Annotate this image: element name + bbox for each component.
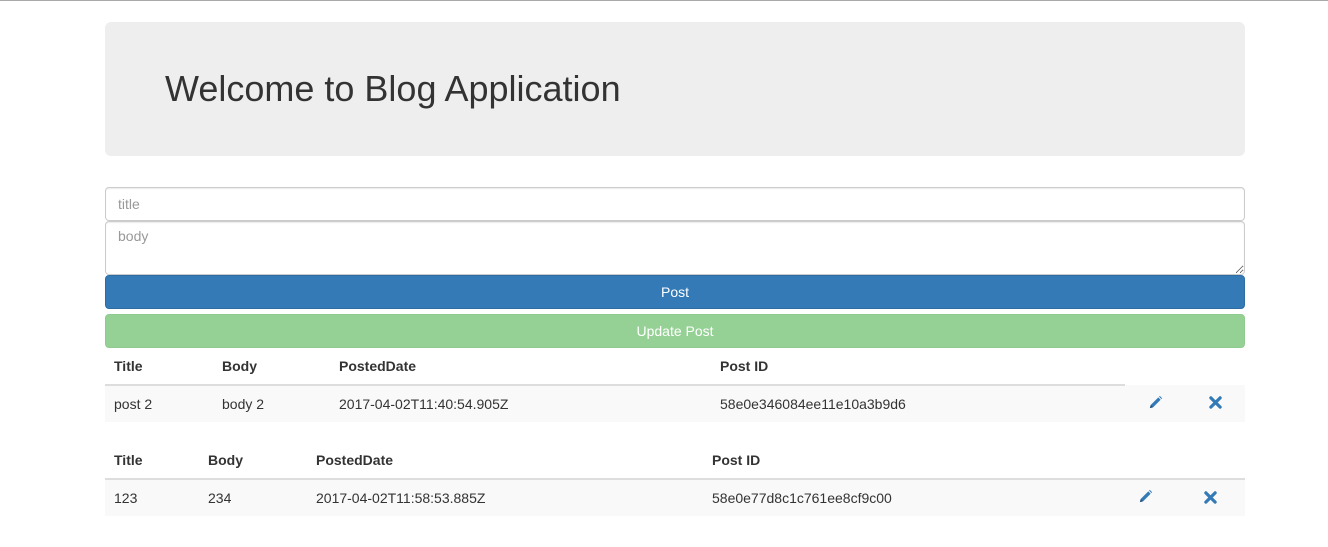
column-header-delete xyxy=(1175,442,1245,480)
page-container: Welcome to Blog Application Post Update … xyxy=(105,22,1245,516)
column-header-edit xyxy=(1115,442,1175,480)
column-header-posted-date: PostedDate xyxy=(330,348,711,386)
table-header-row: Title Body PostedDate Post ID xyxy=(105,442,1245,480)
delete-cell xyxy=(1175,479,1245,516)
column-header-title: Title xyxy=(105,348,213,386)
column-header-post-id: Post ID xyxy=(703,442,1115,480)
column-header-body: Body xyxy=(199,442,307,480)
table-row: post 2 body 2 2017-04-02T11:40:54.905Z 5… xyxy=(105,385,1245,422)
delete-cell xyxy=(1185,385,1245,422)
column-header-body: Body xyxy=(213,348,330,386)
top-border xyxy=(0,0,1328,1)
close-icon[interactable] xyxy=(1203,490,1217,507)
table-header-row: Title Body PostedDate Post ID xyxy=(105,348,1245,386)
column-header-delete xyxy=(1185,348,1245,385)
cell-post-id: 58e0e346084ee11e10a3b9d6 xyxy=(711,385,1125,422)
cell-body: body 2 xyxy=(213,385,330,422)
edit-cell xyxy=(1115,479,1175,516)
post-form: Post Update Post xyxy=(105,187,1245,348)
pencil-icon[interactable] xyxy=(1138,489,1153,507)
column-header-edit xyxy=(1125,348,1185,385)
post-table: Title Body PostedDate Post ID post 2 bod… xyxy=(105,348,1245,422)
column-header-title: Title xyxy=(105,442,199,480)
cell-title: post 2 xyxy=(105,385,213,422)
pencil-icon[interactable] xyxy=(1148,395,1163,413)
post-table: Title Body PostedDate Post ID 123 234 20… xyxy=(105,442,1245,516)
column-header-post-id: Post ID xyxy=(711,348,1125,386)
update-post-button[interactable]: Update Post xyxy=(105,314,1245,348)
edit-cell xyxy=(1125,385,1185,422)
title-input[interactable] xyxy=(105,187,1245,221)
post-button[interactable]: Post xyxy=(105,275,1245,309)
table-row: 123 234 2017-04-02T11:58:53.885Z 58e0e77… xyxy=(105,479,1245,516)
close-icon[interactable] xyxy=(1208,396,1222,412)
cell-posted-date: 2017-04-02T11:58:53.885Z xyxy=(307,479,703,516)
cell-title: 123 xyxy=(105,479,199,516)
column-header-posted-date: PostedDate xyxy=(307,442,703,480)
jumbotron: Welcome to Blog Application xyxy=(105,22,1245,156)
cell-body: 234 xyxy=(199,479,307,516)
cell-posted-date: 2017-04-02T11:40:54.905Z xyxy=(330,385,711,422)
page-title: Welcome to Blog Application xyxy=(165,68,621,109)
cell-post-id: 58e0e77d8c1c761ee8cf9c00 xyxy=(703,479,1115,516)
body-textarea[interactable] xyxy=(105,221,1245,275)
